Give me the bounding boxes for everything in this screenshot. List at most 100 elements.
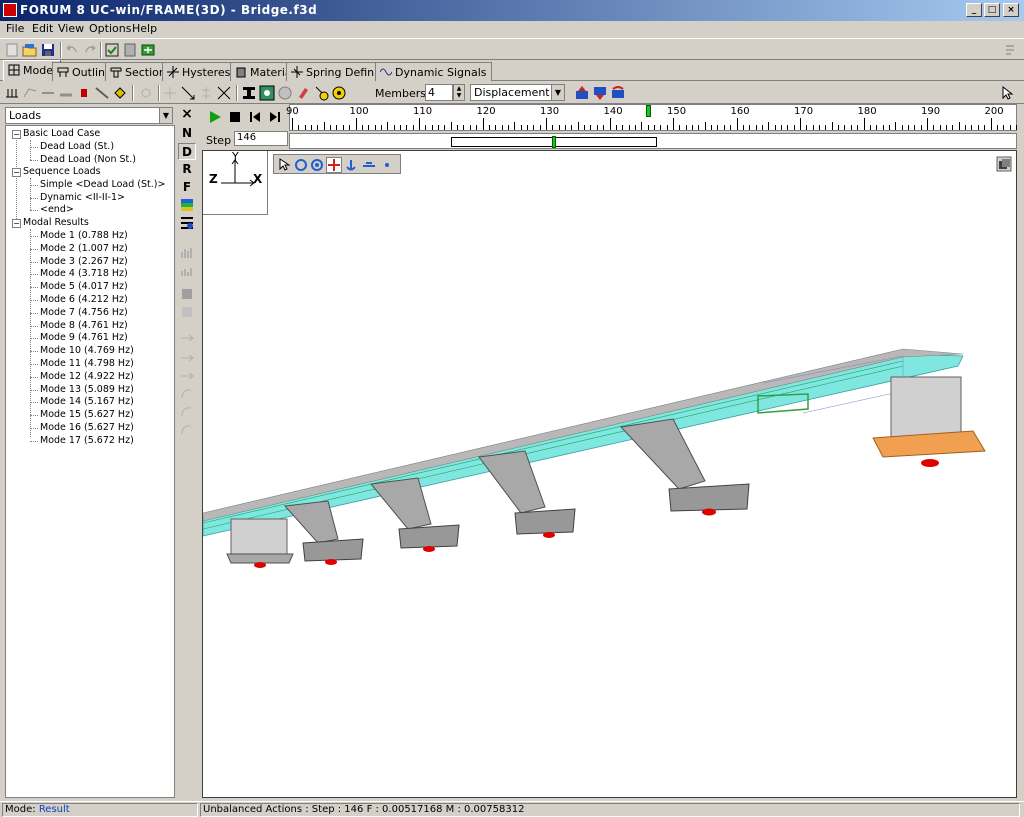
moment-icon[interactable] — [178, 404, 196, 421]
animate-icon[interactable] — [610, 85, 626, 101]
collapse-icon[interactable]: − — [12, 168, 21, 177]
member-icon[interactable] — [94, 85, 110, 101]
tree-item-mode[interactable]: Mode 8 (4.761 Hz) — [40, 320, 128, 331]
new-file-icon[interactable] — [4, 42, 20, 58]
stop-icon[interactable] — [228, 110, 242, 124]
bar-chart-alt-icon[interactable] — [178, 262, 196, 279]
tab-dynamic-signals[interactable]: Dynamic Signals — [375, 62, 492, 81]
close-panel-button[interactable]: × — [178, 106, 196, 123]
hinge-icon[interactable] — [22, 85, 38, 101]
info-warning-icon[interactable] — [313, 85, 329, 101]
moment-icon[interactable] — [178, 422, 196, 439]
open-folder-icon[interactable] — [22, 42, 38, 58]
force-button[interactable]: F — [178, 179, 196, 196]
redo-icon[interactable] — [82, 42, 98, 58]
load-icon[interactable] — [112, 85, 128, 101]
app-icon[interactable] — [3, 3, 17, 17]
report-icon[interactable] — [122, 42, 138, 58]
node-icon[interactable] — [138, 85, 154, 101]
fill-alt-icon[interactable] — [178, 304, 196, 321]
slider-thumb[interactable] — [552, 136, 556, 148]
rotation-button[interactable]: R — [178, 161, 196, 178]
calculate-icon[interactable] — [140, 42, 156, 58]
step-forward-icon[interactable] — [268, 110, 282, 124]
tree-item-mode[interactable]: Mode 1 (0.788 Hz) — [40, 230, 128, 241]
shading-icon[interactable] — [277, 85, 293, 101]
displacement-button[interactable]: D — [178, 143, 196, 160]
tree-item-mode[interactable]: Mode 17 (5.672 Hz) — [40, 435, 134, 446]
model-check-icon[interactable] — [104, 42, 120, 58]
tree-item[interactable]: <end> — [40, 204, 74, 215]
contour-icon[interactable] — [178, 197, 196, 214]
load-arrow-icon[interactable] — [178, 368, 196, 385]
pointer-icon[interactable] — [1000, 85, 1016, 101]
tree-item-mode[interactable]: Mode 15 (5.627 Hz) — [40, 409, 134, 420]
tree-item-mode[interactable]: Mode 7 (4.756 Hz) — [40, 307, 128, 318]
paint-icon[interactable] — [295, 85, 311, 101]
collapse-icon[interactable]: − — [12, 219, 21, 228]
tree-item-mode[interactable]: Mode 16 (5.627 Hz) — [40, 422, 134, 433]
menu-file[interactable]: File — [6, 22, 24, 35]
members-input[interactable]: 4 — [425, 84, 453, 101]
tree-item-mode[interactable]: Mode 6 (4.212 Hz) — [40, 294, 128, 305]
menu-options[interactable]: Options — [89, 22, 131, 35]
i-beam-icon[interactable] — [241, 85, 257, 101]
tree-item-mode[interactable]: Mode 5 (4.017 Hz) — [40, 281, 128, 292]
render-view-icon[interactable] — [259, 85, 275, 101]
undo-icon[interactable] — [64, 42, 80, 58]
cross-member-icon[interactable] — [216, 85, 232, 101]
collapse-icon[interactable]: − — [12, 130, 21, 139]
normal-force-button[interactable]: N — [178, 125, 196, 142]
tree-item[interactable]: Dynamic <II-II-1> — [40, 192, 125, 203]
step-ruler[interactable]: 90 100 110 120 130 140 150 160 170 180 190 200 — [286, 104, 1017, 131]
current-step-marker[interactable] — [645, 105, 651, 117]
tree-node-basic-load-case[interactable]: Basic Load Case — [23, 128, 100, 139]
move-node-icon[interactable] — [180, 85, 196, 101]
tree-item-mode[interactable]: Mode 2 (1.007 Hz) — [40, 243, 128, 254]
section-view-icon[interactable] — [178, 215, 196, 232]
scale-up-icon[interactable] — [574, 85, 590, 101]
loads-select[interactable]: Loads ▼ — [5, 107, 173, 124]
save-icon[interactable] — [40, 42, 56, 58]
bar-chart-icon[interactable] — [178, 244, 196, 261]
element-icon[interactable] — [58, 85, 74, 101]
tree-node-sequence-loads[interactable]: Sequence Loads — [23, 166, 101, 177]
maximize-button[interactable]: □ — [984, 3, 1000, 17]
menu-view[interactable]: View — [58, 22, 84, 35]
tree-item-mode[interactable]: Mode 11 (4.798 Hz) — [40, 358, 134, 369]
divide-icon[interactable] — [198, 85, 214, 101]
step-back-icon[interactable] — [248, 110, 262, 124]
tab-section[interactable]: Section — [105, 62, 171, 81]
members-spinner[interactable]: ▲ ▼ — [453, 84, 465, 101]
radiation-icon[interactable] — [331, 85, 347, 101]
load-arrow-icon[interactable] — [178, 332, 196, 349]
tree-node-modal-results[interactable]: Modal Results — [23, 217, 89, 228]
load-arrow-icon[interactable] — [178, 350, 196, 367]
tree-item[interactable]: Dead Load (Non St.) — [40, 154, 136, 165]
tree-item-mode[interactable]: Mode 12 (4.922 Hz) — [40, 371, 134, 382]
mass-icon[interactable] — [76, 85, 92, 101]
add-node-icon[interactable] — [162, 85, 178, 101]
tree-item-mode[interactable]: Mode 4 (3.718 Hz) — [40, 268, 128, 279]
rigid-link-icon[interactable] — [40, 85, 56, 101]
scale-down-icon[interactable] — [592, 85, 608, 101]
tree-item-mode[interactable]: Mode 3 (2.267 Hz) — [40, 256, 128, 267]
support-icon[interactable] — [4, 85, 20, 101]
help-context-icon[interactable] — [1002, 42, 1018, 58]
play-icon[interactable] — [208, 110, 222, 124]
tree-item-mode[interactable]: Mode 10 (4.769 Hz) — [40, 345, 134, 356]
tree-item-mode[interactable]: Mode 14 (5.167 Hz) — [40, 396, 134, 407]
step-slider[interactable] — [451, 136, 657, 148]
tree-item[interactable]: Dead Load (St.) — [40, 141, 114, 152]
moment-icon[interactable] — [178, 386, 196, 403]
tree-item-mode[interactable]: Mode 13 (5.089 Hz) — [40, 384, 134, 395]
result-type-select[interactable]: Displacement ▼ — [470, 84, 565, 101]
3d-viewport[interactable]: Y Z X — [202, 150, 1017, 798]
menu-help[interactable]: Help — [132, 22, 157, 35]
minimize-button[interactable]: _ — [966, 3, 982, 17]
fill-icon[interactable] — [178, 286, 196, 303]
step-input[interactable]: 146 — [234, 131, 288, 146]
tree-item-mode[interactable]: Mode 9 (4.761 Hz) — [40, 332, 128, 343]
tree-item[interactable]: Simple <Dead Load (St.)> — [40, 179, 165, 190]
menu-edit[interactable]: Edit — [32, 22, 53, 35]
